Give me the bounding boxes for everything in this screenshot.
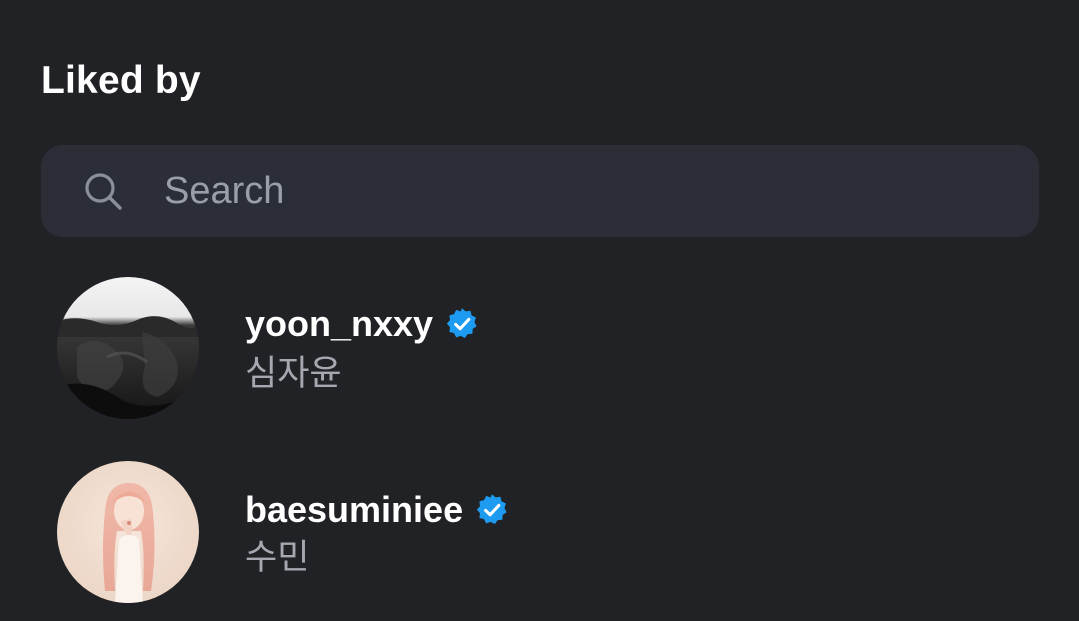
username[interactable]: yoon_nxxy — [245, 302, 433, 346]
list-item[interactable]: baesuminiee 수민 — [41, 456, 1039, 606]
search-icon — [85, 173, 122, 210]
username-line: yoon_nxxy — [245, 300, 479, 348]
avatar[interactable] — [57, 277, 199, 419]
verified-badge-icon — [476, 494, 507, 525]
verified-badge-icon — [446, 308, 477, 339]
list-item[interactable]: yoon_nxxy 심자윤 — [41, 272, 1039, 422]
full-name: 수민 — [245, 538, 310, 578]
avatar[interactable] — [57, 461, 199, 603]
profile-photo — [57, 277, 199, 419]
full-name: 심자윤 — [245, 354, 342, 394]
profile-photo — [57, 461, 199, 603]
username[interactable]: baesuminiee — [245, 488, 463, 532]
search-input[interactable] — [164, 165, 1004, 217]
username-line: baesuminiee — [245, 486, 509, 534]
page-title: Liked by — [41, 59, 201, 102]
liked-by-panel: Liked by Search yoon_nxxy 심자윤 baesuminie… — [0, 0, 1079, 621]
